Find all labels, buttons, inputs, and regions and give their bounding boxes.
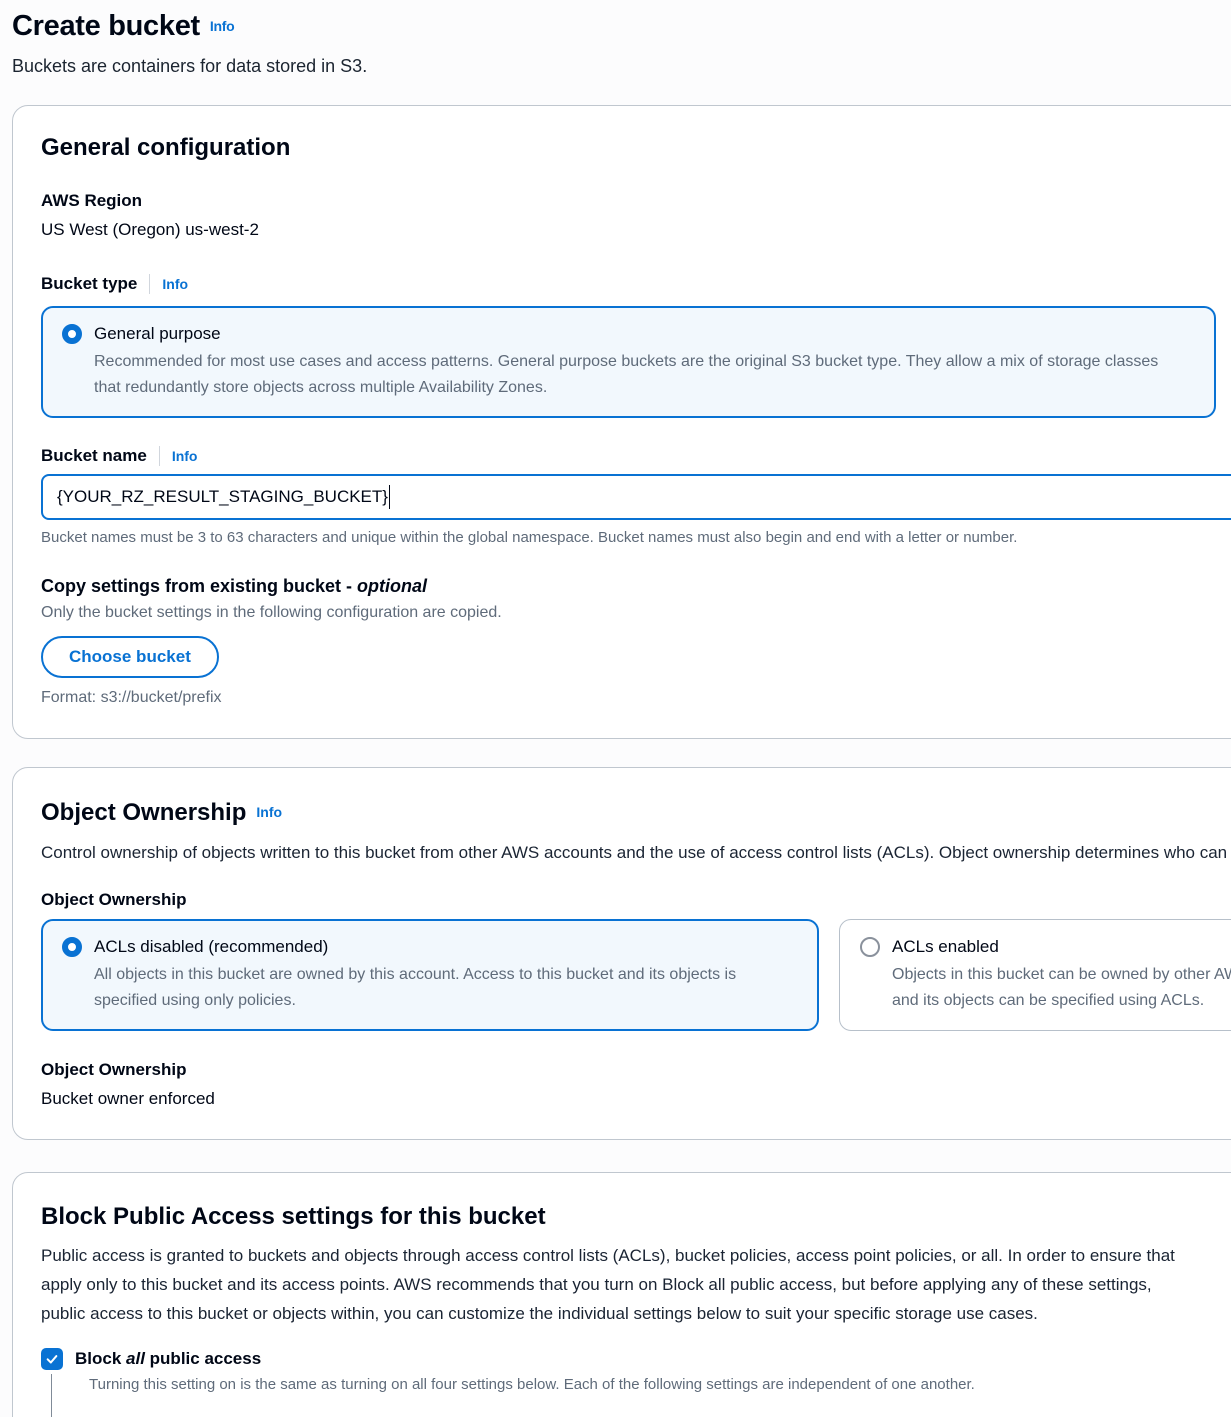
block-public-access-heading: Block Public Access settings for this bu… [41,1201,1231,1233]
bucket-name-input-value: {YOUR_RZ_RESULT_STAGING_BUCKET} [57,487,388,507]
general-configuration-card: General configuration AWS Region US West… [12,105,1231,739]
block-all-public-access-checkbox[interactable] [41,1348,63,1370]
checkmark-icon [45,1352,59,1366]
block-all-description: Turning this setting on is the same as t… [89,1374,1231,1396]
radio-selected-icon[interactable] [62,937,82,957]
object-ownership-card: Object Ownership Info Control ownership o… [12,767,1231,1140]
bucket-type-option-label: General purpose [94,321,221,347]
bucket-name-input[interactable]: {YOUR_RZ_RESULT_STAGING_BUCKET} [41,474,1231,520]
label-prefix: Block [75,1349,126,1368]
ownership-option-description: Objects in this bucket can be owned by o… [860,962,1231,1014]
description-line: public access to this bucket or objects … [41,1299,1231,1328]
block-public-access-card: Block Public Access settings for this bu… [12,1172,1231,1417]
object-ownership-description: Control ownership of objects written to … [41,841,1231,865]
copy-settings-heading-text: Copy settings from existing bucket - [41,576,357,596]
ownership-option-label: ACLs enabled [892,934,999,960]
description-line: Public access is granted to buckets and … [41,1241,1231,1270]
copy-settings-description: Only the bucket settings in the followin… [41,602,1231,624]
general-configuration-heading: General configuration [41,132,1231,164]
label-divider [149,274,150,294]
bucket-name-label: Bucket name [41,445,147,467]
bucket-type-label: Bucket type [41,273,137,295]
bucket-type-info-link[interactable]: Info [162,276,188,292]
ownership-option-description-line: Objects in this bucket can be owned by o… [892,962,1231,988]
aws-region-label: AWS Region [41,190,1231,212]
radio-selected-icon[interactable] [62,324,82,344]
bucket-type-option-description: Recommended for most use cases and acces… [62,349,1172,401]
page-title-text: Create bucket [12,10,200,42]
ownership-option-description-line: and its objects can be specified using A… [892,988,1231,1014]
ownership-option-label: ACLs disabled (recommended) [94,934,328,960]
block-public-access-description: Public access is granted to buckets and … [41,1241,1231,1328]
object-ownership-field-label: Object Ownership [41,889,1231,911]
block-all-public-access-label: Block all public access [75,1349,261,1369]
ownership-option-acls-enabled[interactable]: ACLs enabled Objects in this bucket can … [839,919,1231,1031]
aws-region-value: US West (Oregon) us-west-2 [41,218,1231,242]
format-hint: Format: s3://bucket/prefix [41,688,1231,708]
radio-unselected-icon[interactable] [860,937,880,957]
ownership-option-acls-disabled[interactable]: ACLs disabled (recommended) All objects … [41,919,819,1031]
description-line: apply only to this bucket and its access… [41,1270,1231,1299]
bucket-type-option-general-purpose[interactable]: General purpose Recommended for most use… [41,306,1216,418]
text-cursor [389,485,391,509]
object-ownership-heading: Object Ownership Info [41,796,1231,829]
ownership-option-description: All objects in this bucket are owned by … [62,962,742,1014]
choose-bucket-button[interactable]: Choose bucket [41,636,219,678]
block-all-nested-group: Turning this setting on is the same as t… [51,1374,1231,1417]
page-title: Create bucket Info [12,10,1231,43]
bucket-name-info-link[interactable]: Info [172,448,198,464]
bucket-name-constraint: Bucket names must be 3 to 63 characters … [41,528,1231,548]
copy-settings-optional-text: optional [357,576,427,596]
create-bucket-page: Create bucket Info Buckets are containers… [0,0,1231,1417]
label-emphasis: all [126,1349,145,1368]
object-ownership-info-link[interactable]: Info [256,804,282,820]
label-divider [159,446,160,466]
copy-settings-heading: Copy settings from existing bucket - opt… [41,574,1231,598]
object-ownership-summary-value: Bucket owner enforced [41,1087,1231,1111]
label-suffix: public access [145,1349,261,1368]
page-subtitle: Buckets are containers for data stored i… [12,56,1231,77]
object-ownership-summary-label: Object Ownership [41,1059,1231,1081]
page-title-info-link[interactable]: Info [210,18,234,34]
object-ownership-heading-text: Object Ownership [41,799,246,826]
